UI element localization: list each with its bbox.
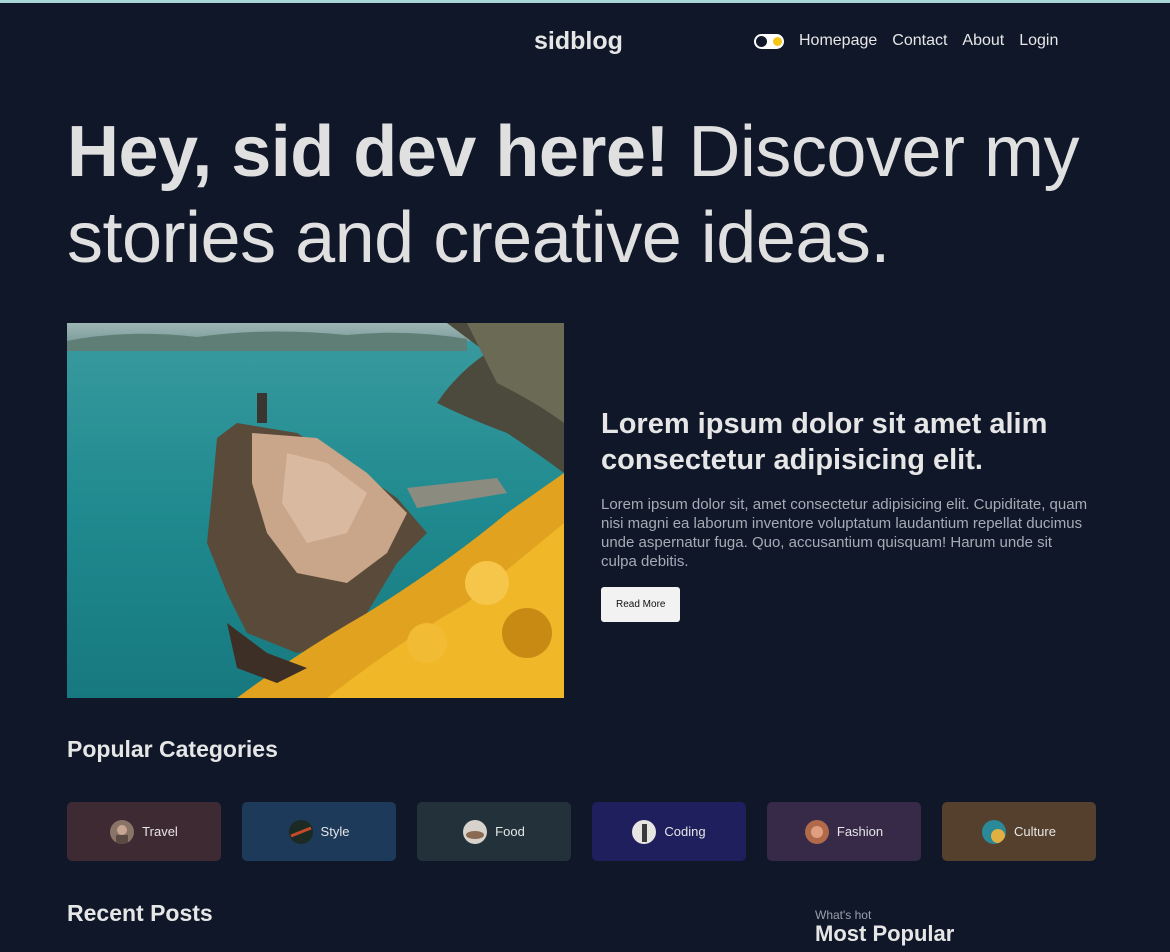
hero-heading-bold: Hey, sid dev here!: [67, 112, 669, 192]
category-label: Culture: [1014, 824, 1056, 839]
site-logo[interactable]: sidblog: [534, 27, 623, 56]
category-food[interactable]: Food: [417, 802, 571, 861]
category-list: Travel Style Food Coding Fashion Culture: [67, 802, 1096, 861]
whats-hot-label: What's hot: [815, 908, 872, 922]
hero-heading: Hey, sid dev here! Discover my stories a…: [67, 109, 1127, 281]
fashion-thumbnail: [804, 819, 829, 844]
most-popular-title: Most Popular: [815, 921, 955, 946]
featured-post-description: Lorem ipsum dolor sit, amet consectetur …: [601, 496, 1088, 570]
category-label: Fashion: [836, 824, 884, 839]
sun-icon: [773, 36, 782, 46]
read-more-button[interactable]: Read More: [601, 587, 681, 622]
category-label: Coding: [664, 824, 706, 839]
category-label: Food: [495, 824, 525, 839]
food-thumbnail: [463, 819, 488, 844]
toggle-knob: [756, 35, 767, 47]
nav-links: Homepage Contact About Login: [754, 32, 1058, 50]
theme-toggle[interactable]: [754, 33, 784, 49]
culture-thumbnail: [982, 819, 1007, 844]
popular-categories-title: Popular Categories: [67, 736, 278, 762]
travel-thumbnail: [110, 819, 135, 844]
category-coding[interactable]: Coding: [592, 802, 746, 861]
nav-link-login[interactable]: Login: [1019, 32, 1058, 50]
navbar: sidblog Homepage Contact About Login: [0, 3, 1170, 83]
recent-posts-title: Recent Posts: [67, 900, 213, 926]
featured-image: [67, 323, 564, 698]
category-label: Travel: [142, 824, 178, 839]
nav-link-about[interactable]: About: [962, 32, 1004, 50]
category-label: Style: [320, 824, 350, 839]
category-fashion[interactable]: Fashion: [767, 802, 921, 861]
featured-post-title[interactable]: Lorem ipsum dolor sit amet alim consecte…: [601, 406, 1091, 478]
featured-post: Lorem ipsum dolor sit amet alim consecte…: [601, 406, 1091, 622]
style-thumbnail: [288, 819, 313, 844]
nav-link-homepage[interactable]: Homepage: [799, 32, 877, 50]
category-travel[interactable]: Travel: [67, 802, 221, 861]
category-culture[interactable]: Culture: [942, 802, 1096, 861]
category-style[interactable]: Style: [242, 802, 396, 861]
coastal-village-picture: [67, 323, 564, 698]
nav-link-contact[interactable]: Contact: [892, 32, 947, 50]
coding-thumbnail: [632, 819, 657, 844]
